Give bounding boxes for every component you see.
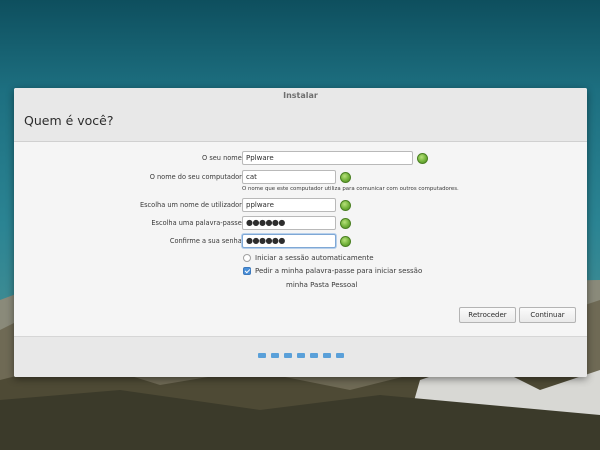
confirm-password-valid-icon	[340, 236, 351, 247]
require-password-checkbox[interactable]	[243, 267, 251, 275]
progress-step-5	[310, 353, 318, 358]
progress-step-4	[297, 353, 305, 358]
auto-login-label: Iniciar a sessão automaticamente	[255, 254, 374, 262]
window-title: Instalar	[14, 88, 587, 104]
progress-step-3	[284, 353, 292, 358]
computer-name-input[interactable]: cat	[242, 170, 336, 184]
confirm-password-input[interactable]: ●●●●●●	[242, 234, 336, 248]
computer-name-valid-icon	[340, 172, 351, 183]
name-input[interactable]: Pplware	[242, 151, 413, 165]
progress-step-6	[323, 353, 331, 358]
username-label: Escolha um nome de utilizador:	[139, 201, 244, 209]
auto-login-radio[interactable]	[243, 254, 251, 262]
name-valid-icon	[417, 153, 428, 164]
confirm-password-label: Confirme a sua senha:	[169, 237, 244, 245]
page-title: Quem é você?	[24, 113, 114, 128]
username-valid-icon	[340, 200, 351, 211]
name-label: O seu nome:	[202, 154, 244, 162]
progress-step-1	[258, 353, 266, 358]
back-button[interactable]: Retroceder	[459, 307, 516, 323]
continue-button[interactable]: Continuar	[519, 307, 576, 323]
progress-step-7	[336, 353, 344, 358]
require-password-label: Pedir a minha palavra-passe para iniciar…	[255, 267, 423, 275]
installer-window: Instalar Quem é você? O seu nome: Pplwar…	[14, 88, 587, 377]
username-input[interactable]: pplware	[242, 198, 336, 212]
computer-name-hint: O nome que este computador utiliza para …	[242, 186, 459, 192]
password-label: Escolha uma palavra-passe:	[151, 219, 244, 227]
page-header: Quem é você?	[14, 104, 587, 142]
computer-name-label: O nome do seu computador:	[149, 173, 244, 181]
password-input[interactable]: ●●●●●●	[242, 216, 336, 230]
progress-step-2	[271, 353, 279, 358]
password-valid-icon	[340, 218, 351, 229]
encrypt-home-label: minha Pasta Pessoal	[286, 281, 358, 289]
